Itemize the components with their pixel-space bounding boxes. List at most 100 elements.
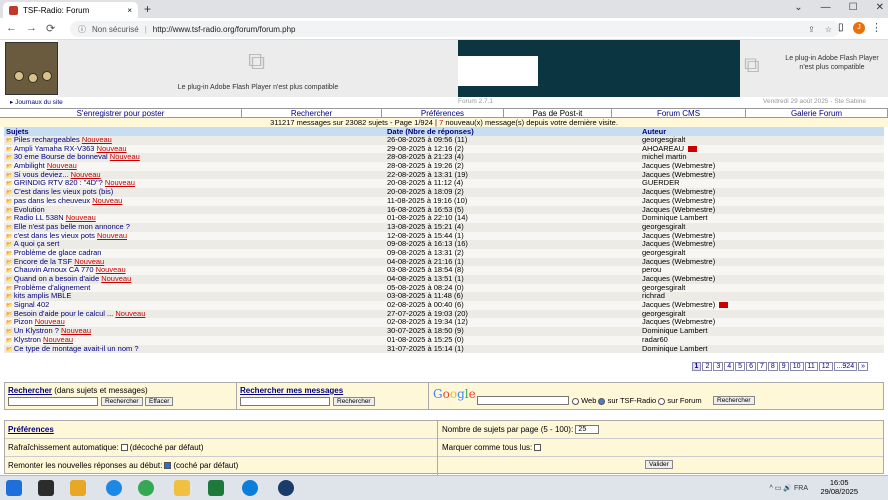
tab-forum[interactable]: TSF-Radio: Forum ×	[3, 2, 138, 18]
search-button[interactable]: Rechercher	[101, 397, 143, 406]
pagination: 1 2 3 4 5 6 7 8 9 10 11 12 ...924»	[691, 362, 868, 371]
nav-search[interactable]: Rechercher	[242, 109, 382, 118]
new-badge[interactable]: Nouveau	[66, 213, 96, 222]
forward-icon[interactable]: →	[26, 22, 37, 34]
new-badge[interactable]: Nouveau	[74, 257, 104, 266]
new-badge[interactable]: Nouveau	[61, 326, 91, 335]
mark-read-checkbox[interactable]	[534, 444, 542, 452]
clear-button[interactable]: Effacer	[145, 397, 174, 406]
radio-tsf[interactable]	[598, 397, 606, 405]
page-link[interactable]: »	[858, 362, 868, 371]
site-logo[interactable]	[5, 42, 58, 95]
table-row[interactable]: Ce type de montage avait-il un nom ? 31-0…	[4, 343, 884, 355]
profile-avatar[interactable]: J	[853, 22, 865, 34]
page-link[interactable]: 9	[778, 362, 789, 371]
maximize-icon[interactable]: ☐	[849, 2, 858, 13]
page-link[interactable]: 7	[756, 362, 767, 371]
new-badge[interactable]: Nouveau	[97, 144, 127, 153]
file-explorer-icon[interactable]	[174, 480, 190, 496]
page-link[interactable]: 6	[746, 362, 756, 371]
page-link[interactable]: ...924	[833, 362, 858, 371]
page-link[interactable]: 8	[767, 362, 778, 371]
nav-postit[interactable]: Pas de Post-it	[504, 109, 612, 118]
new-badge[interactable]: Nouveau	[82, 135, 112, 144]
excel-icon[interactable]	[208, 480, 224, 496]
topic-date: 31-07-2025 à 15:14 (1)	[387, 343, 464, 353]
search-mine-input[interactable]	[240, 397, 330, 406]
new-tab-button[interactable]: +	[144, 2, 151, 16]
new-badge[interactable]: Nouveau	[47, 161, 77, 170]
mail-icon[interactable]	[719, 302, 729, 309]
chrome-icon[interactable]	[138, 480, 154, 496]
search-mine-title[interactable]: Rechercher mes messages	[240, 386, 343, 395]
minimize-icon[interactable]: —	[821, 2, 831, 13]
bookmark-star-icon[interactable]: ☆	[825, 25, 832, 34]
browser-menu-icon[interactable]: ⋮	[871, 21, 882, 34]
window-controls: ⌄ — ☐ ✕	[794, 2, 884, 13]
nav-forum-cms[interactable]: Forum CMS	[612, 109, 746, 118]
preferences-panel: Préférences Nombre de sujets par page (5…	[4, 420, 884, 475]
new-badge[interactable]: Nouveau	[105, 178, 135, 188]
new-badge[interactable]: Nouveau	[101, 274, 131, 283]
sidebar-panel-icon[interactable]: ▯	[838, 22, 844, 33]
topic-subject[interactable]: Ce type de montage avait-il un nom ?	[6, 344, 139, 355]
internet-explorer-icon[interactable]	[106, 480, 122, 496]
page-link[interactable]: 4	[724, 362, 735, 371]
google-search-input[interactable]	[477, 396, 569, 405]
system-tray[interactable]: ^ ▭ 🔊 FRA	[770, 484, 808, 492]
mail-icon[interactable]	[688, 145, 698, 152]
windows-taskbar	[0, 475, 888, 500]
page-link[interactable]: 1	[691, 362, 702, 371]
info-icon[interactable]: ⓘ	[78, 24, 86, 35]
search-title[interactable]: Rechercher	[8, 386, 52, 395]
search-mine-button[interactable]: Rechercher	[333, 397, 375, 406]
validate-button[interactable]: Valider	[645, 460, 673, 469]
nav-gallery[interactable]: Galerie Forum	[746, 109, 888, 118]
page-link[interactable]: 2	[702, 362, 713, 371]
new-badge[interactable]: Nouveau	[43, 335, 73, 344]
url-bar[interactable]: ⓘ Non sécurisé | http://www.tsf-radio.or…	[70, 21, 840, 37]
taskbar-clock[interactable]: 16:05 29/08/2025	[820, 478, 858, 496]
tsf-app-icon[interactable]	[278, 480, 294, 496]
tab-search-icon[interactable]: ⌄	[794, 2, 802, 13]
push-new-checkbox[interactable]	[164, 462, 172, 470]
flash-message-1: Le plug-in Adobe Flash Player n'est plus…	[177, 84, 339, 91]
page-link[interactable]: 10	[789, 362, 804, 371]
page-link[interactable]: 11	[804, 362, 818, 371]
new-badge[interactable]: Nouveau	[92, 196, 122, 205]
back-icon[interactable]: ←	[6, 22, 17, 34]
google-search-button[interactable]: Rechercher	[713, 396, 755, 405]
page-link[interactable]: 3	[713, 362, 724, 371]
refresh-checkbox[interactable]	[120, 444, 128, 452]
search-input[interactable]	[8, 397, 98, 406]
windows-start-icon[interactable]	[6, 480, 22, 496]
new-badge[interactable]: Nouveau	[35, 317, 65, 327]
new-badge[interactable]: Nouveau	[97, 231, 127, 240]
new-badge[interactable]: Nouveau	[110, 152, 140, 162]
page-link[interactable]: 5	[735, 362, 746, 371]
nav-register[interactable]: S'enregistrer pour poster	[0, 109, 242, 118]
topic-author[interactable]: Dominique Lambert	[642, 344, 707, 354]
folder-icon[interactable]	[70, 480, 86, 496]
nb-topics-input[interactable]: 25	[575, 425, 600, 435]
share-icon[interactable]: ⇪	[808, 25, 815, 34]
push-new-label: Remonter les nouvelles réponses au début…	[8, 461, 239, 470]
new-badge[interactable]: Nouveau	[96, 265, 126, 274]
reload-icon[interactable]: ⟳	[46, 22, 55, 35]
close-window-icon[interactable]: ✕	[876, 2, 884, 13]
prefs-title[interactable]: Préférences	[8, 425, 54, 434]
forum-nav: S'enregistrer pour poster Rechercher Pré…	[0, 108, 888, 118]
nb-topics-label: Nombre de sujets par page (5 - 100): 25	[442, 425, 600, 435]
nav-preferences[interactable]: Préférences	[382, 109, 504, 118]
tab-close-icon[interactable]: ×	[127, 6, 132, 15]
journal-link[interactable]: ▸ Journaux du site	[10, 98, 63, 106]
current-date: Vendredi 29 août 2025 - Ste Sabine	[763, 98, 866, 105]
radio-web[interactable]	[572, 397, 579, 405]
edge-icon[interactable]	[242, 480, 258, 496]
media-player-icon[interactable]	[38, 480, 54, 496]
page-link[interactable]: 12	[818, 362, 833, 371]
forum-stats: 311217 messages sur 23082 sujets - Page …	[0, 118, 888, 127]
new-badge[interactable]: Nouveau	[71, 170, 101, 179]
new-badge[interactable]: Nouveau	[115, 309, 145, 318]
radio-forum[interactable]	[658, 397, 666, 405]
